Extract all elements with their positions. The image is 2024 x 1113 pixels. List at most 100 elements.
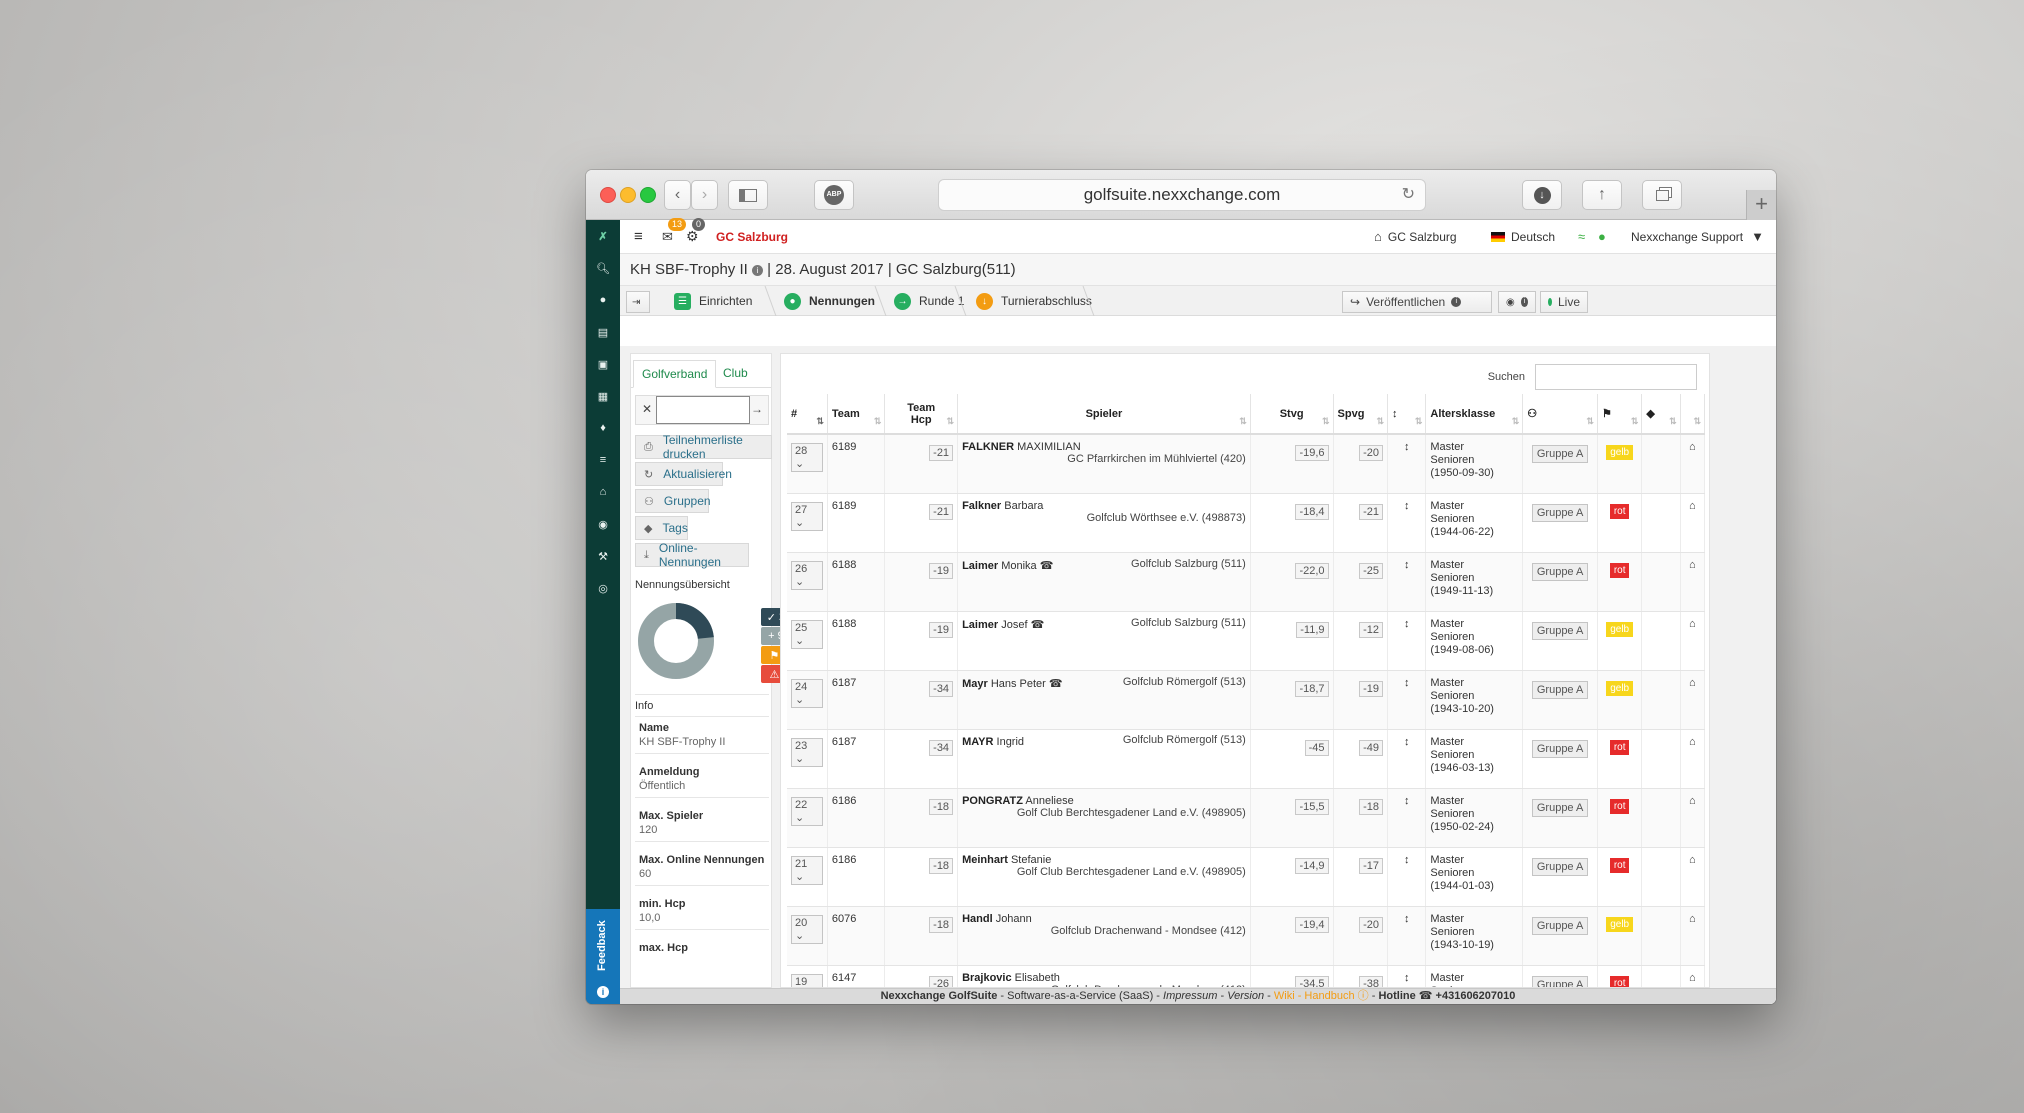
search-icon[interactable]: 🔍︎ [586, 252, 620, 284]
col-team[interactable]: Team ⇅ [827, 394, 886, 435]
home-icon[interactable]: ⌂ [1689, 677, 1696, 689]
step-nennungen[interactable]: ● Nennungen [784, 286, 875, 316]
user-icon[interactable]: ● [586, 284, 620, 316]
table-search-input[interactable] [1535, 364, 1697, 390]
home-icon[interactable]: ⌂ [1689, 500, 1696, 512]
impressum-link[interactable]: Impressum [1163, 990, 1217, 1002]
col-flag[interactable]: ⚑ ⇅ [1597, 394, 1643, 435]
group-button[interactable]: Gruppe A [1531, 680, 1589, 699]
step-einrichten[interactable]: ☰ Einrichten [674, 286, 752, 316]
home-club-link[interactable]: ⌂ GC Salzburg [1374, 229, 1457, 244]
logo-icon[interactable]: ✗ [586, 220, 620, 252]
card-icon[interactable]: ▤ [586, 316, 620, 348]
group-button[interactable]: Gruppe A [1531, 503, 1589, 522]
tags-button[interactable]: ◆ Tags [635, 516, 688, 540]
reload-icon[interactable]: ↻ [1402, 180, 1415, 210]
tab-golfverband[interactable]: Golfverband [633, 360, 717, 388]
globe-icon[interactable]: ◉ [586, 508, 620, 540]
position-select[interactable]: 21 ⌄ [791, 855, 823, 885]
home-icon[interactable]: ⌂ [1689, 559, 1696, 571]
position-select[interactable]: 19 ⌄ [791, 973, 823, 987]
mail-icon[interactable]: ✉ [662, 229, 673, 245]
col-num[interactable]: # ⇅ [787, 394, 828, 435]
home-icon[interactable]: ⌂ [1689, 795, 1696, 807]
group-button[interactable]: Gruppe A [1531, 916, 1589, 935]
language-select[interactable]: Deutsch [1491, 230, 1555, 244]
step-runde-1[interactable]: → Runde 1 [894, 286, 964, 316]
globe-info-button[interactable]: ◉ i [1498, 291, 1536, 313]
col-spieler[interactable]: Spieler ⇅ [957, 394, 1251, 435]
share-button[interactable]: ↑ [1582, 180, 1622, 210]
position-select[interactable]: 28 ⌄ [791, 443, 823, 472]
feedback-button[interactable]: Feedback i [586, 909, 620, 1004]
group-button[interactable]: Gruppe A [1531, 445, 1589, 463]
col-groups[interactable]: ⚇ ⇅ [1522, 394, 1598, 435]
wiki-link[interactable]: Wiki - Handbuch [1274, 990, 1355, 1002]
home-icon[interactable]: ⌂ [1689, 913, 1696, 925]
group-button[interactable]: Gruppe A [1531, 739, 1589, 758]
zoom-window-button[interactable] [640, 187, 656, 203]
tools-icon[interactable]: ⚒ [586, 540, 620, 572]
version-link[interactable]: Version [1227, 990, 1264, 1002]
position-select[interactable]: 27 ⌄ [791, 501, 823, 531]
publish-button[interactable]: ↪ Veröffentlichen i [1342, 291, 1492, 313]
player-lastname[interactable]: Mayr [962, 678, 988, 690]
player-lastname[interactable]: Laimer [962, 619, 998, 631]
step-turnierabschluss[interactable]: ↓ Turnierabschluss [976, 286, 1092, 316]
new-tab-button[interactable]: + [1746, 190, 1776, 220]
briefcase-icon[interactable]: ▣ [586, 348, 620, 380]
tab-club[interactable]: Club [715, 360, 756, 388]
col-gender[interactable]: ↕ ⇅ [1387, 394, 1427, 435]
collapse-button[interactable]: ⇥ [626, 291, 650, 313]
group-button[interactable]: Gruppe A [1531, 975, 1589, 987]
print-list-button[interactable]: ⎙ Teilnehmerliste drucken [635, 433, 772, 461]
group-button[interactable]: Gruppe A [1531, 621, 1589, 640]
group-button[interactable]: Gruppe A [1531, 798, 1589, 817]
forward-button[interactable]: › [691, 180, 718, 210]
group-button[interactable]: Gruppe A [1531, 562, 1589, 581]
home-icon[interactable]: ⌂ [1689, 854, 1696, 866]
list-icon[interactable]: ≡ [586, 444, 620, 476]
player-lastname[interactable]: Falkner [962, 500, 1001, 512]
online-entries-button[interactable]: ⤓ Online-Nennungen [635, 541, 749, 569]
position-select[interactable]: 26 ⌄ [791, 560, 823, 590]
position-select[interactable]: 25 ⌄ [791, 619, 823, 649]
col-home[interactable]: ⇅ [1680, 394, 1706, 435]
player-lastname[interactable]: Meinhart [962, 854, 1008, 866]
soccer-icon[interactable]: ◎ [586, 572, 620, 604]
home-icon[interactable]: ⌂ [1689, 736, 1696, 748]
player-search-input[interactable] [656, 396, 750, 424]
col-team-hcp[interactable]: Team Hcp ⇅ [884, 394, 959, 435]
address-bar[interactable]: golfsuite.nexxchange.com ↻ [938, 179, 1426, 211]
col-tags[interactable]: ◆ ⇅ [1641, 394, 1681, 435]
home-icon[interactable]: ⌂ [1689, 618, 1696, 630]
position-select[interactable]: 20 ⌄ [791, 914, 823, 944]
player-lastname[interactable]: FALKNER [962, 441, 1014, 453]
player-lastname[interactable]: PONGRATZ [962, 795, 1023, 807]
position-select[interactable]: 24 ⌄ [791, 678, 823, 708]
clear-icon[interactable]: ✕ [642, 402, 652, 416]
position-select[interactable]: 22 ⌄ [791, 796, 823, 826]
player-lastname[interactable]: MAYR [962, 736, 993, 748]
refresh-button[interactable]: ↻ Aktualisieren [635, 462, 732, 486]
col-spvg[interactable]: Spvg ⇅ [1333, 394, 1389, 435]
col-stvg[interactable]: Stvg ⇅ [1250, 394, 1334, 435]
player-lastname[interactable]: Handl [962, 913, 993, 925]
player-lastname[interactable]: Laimer [962, 560, 998, 572]
col-altersklasse[interactable]: Altersklasse ⇅ [1425, 394, 1524, 435]
menu-icon[interactable]: ≡ [634, 228, 643, 245]
sidebar-toggle-button[interactable] [728, 180, 768, 210]
arrow-right-icon[interactable]: → [751, 402, 763, 416]
position-select[interactable]: 23 ⌄ [791, 737, 823, 767]
user-menu[interactable]: Nexxchange Support ▼ [1631, 229, 1764, 244]
trophy-icon[interactable]: ♦ [586, 412, 620, 444]
player-lastname[interactable]: Brajkovic [962, 972, 1012, 984]
groups-button[interactable]: ⚇ Gruppen [635, 489, 711, 513]
calendar-icon[interactable]: ▦ [586, 380, 620, 412]
group-button[interactable]: Gruppe A [1531, 857, 1589, 876]
close-window-button[interactable] [600, 187, 616, 203]
adblock-button[interactable]: ABP [814, 180, 854, 210]
back-button[interactable]: ‹ [664, 180, 691, 210]
info-icon[interactable]: i [751, 264, 763, 276]
tabs-overview-button[interactable] [1642, 180, 1682, 210]
